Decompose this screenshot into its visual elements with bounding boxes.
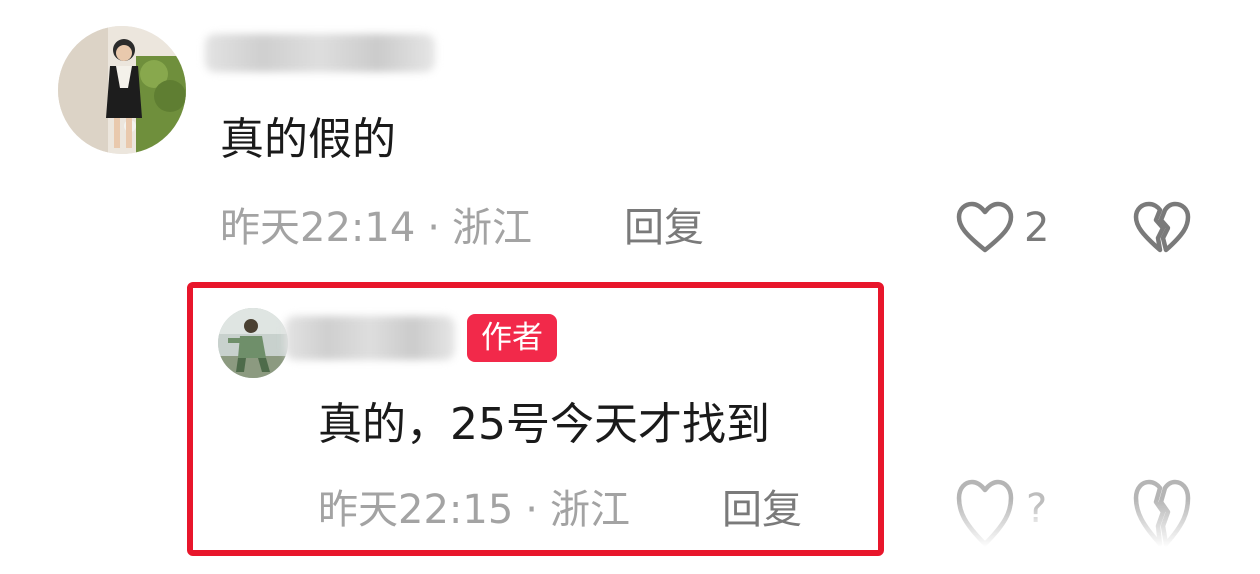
comment-time: 昨天22:15 xyxy=(318,487,514,533)
meta-separator: · xyxy=(427,205,440,251)
comment-time: 昨天22:14 xyxy=(220,205,416,251)
comment-item: 真的假的 昨天22:14 · 浙江 回复 2 xyxy=(0,0,1260,280)
meta-separator: · xyxy=(525,487,538,533)
comment-text: 真的，25号今天才找到 xyxy=(318,399,770,450)
broken-heart-icon[interactable] xyxy=(1132,200,1192,254)
comment-text: 真的假的 xyxy=(220,114,396,165)
username-blurred[interactable] xyxy=(285,316,455,360)
username-blurred[interactable] xyxy=(205,34,435,72)
avatar-photo xyxy=(58,26,186,154)
comment-meta: 昨天22:15 · 浙江 xyxy=(318,485,630,535)
like-count: ? xyxy=(1026,486,1048,532)
comment-meta: 昨天22:14 · 浙江 xyxy=(220,203,532,253)
comment-location: 浙江 xyxy=(452,205,532,251)
heart-outline-icon[interactable] xyxy=(955,200,1015,254)
reply-button[interactable]: 回复 xyxy=(722,485,802,535)
heart-outline-icon[interactable] xyxy=(955,478,1015,548)
comment-location: 浙江 xyxy=(550,487,630,533)
broken-heart-icon[interactable] xyxy=(1132,478,1192,548)
author-badge: 作者 xyxy=(467,314,557,362)
reply-button[interactable]: 回复 xyxy=(624,203,704,253)
avatar-photo xyxy=(218,308,288,378)
avatar[interactable] xyxy=(58,26,186,154)
like-count: 2 xyxy=(1024,205,1050,251)
avatar[interactable] xyxy=(218,308,288,378)
